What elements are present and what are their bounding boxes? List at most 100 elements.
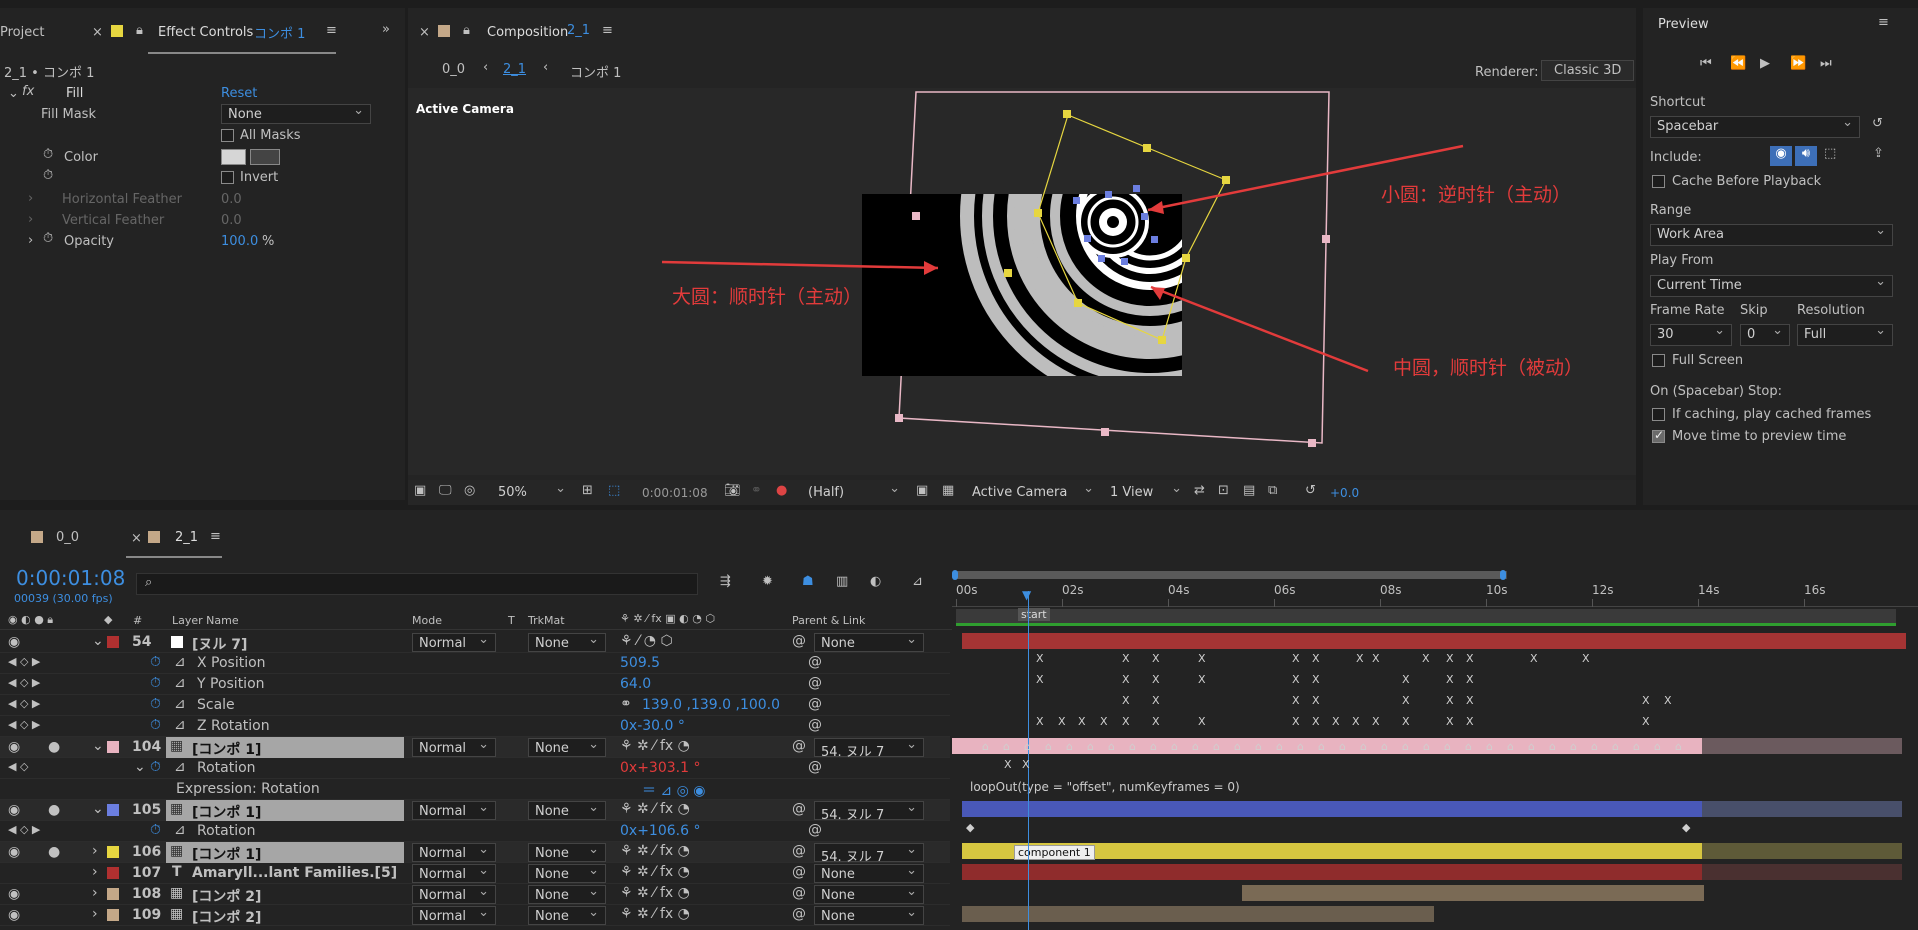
keyframe[interactable]: X (1122, 694, 1130, 707)
layer-bar-108[interactable] (1242, 885, 1704, 901)
roi-icon[interactable]: ▣ (916, 483, 928, 498)
keyframe[interactable]: ⌂ (1171, 740, 1178, 753)
keyframe[interactable]: X (1466, 694, 1474, 707)
layer-bar-109[interactable] (962, 906, 1434, 922)
skip-dropdown[interactable]: 0 (1740, 323, 1790, 346)
expand-arrow-icon[interactable]: › (92, 906, 98, 922)
switches-icon[interactable]: ⚘ ✲ ⁄ fx ◔ (620, 906, 690, 922)
tab-composition[interactable]: Composition (487, 25, 568, 40)
property-row[interactable]: ◀ ◇ ⌄ ⏱︎ ⊿ Rotation 0x+303.1 ° @ (0, 758, 950, 779)
marker-track[interactable] (956, 609, 1896, 623)
parent-dropdown[interactable]: 54. ヌル 7 (814, 800, 924, 823)
stopwatch-icon[interactable]: ⏱︎ (150, 717, 161, 733)
play-from-dropdown[interactable]: Current Time (1650, 274, 1893, 297)
keyframe[interactable]: ⌂ (1297, 740, 1304, 753)
all-masks-checkbox[interactable] (221, 129, 234, 142)
reset-icon[interactable]: ↺ (1872, 116, 1883, 131)
expand-arrow-icon[interactable]: › (92, 864, 98, 880)
expression-controls-icon[interactable]: ＝ ⊿ ◎ ◉ (642, 780, 706, 800)
keyframe[interactable]: ⌂ (1213, 740, 1220, 753)
keyframe[interactable]: ⌂ (1444, 740, 1451, 753)
monitor-icon[interactable]: 🖵 (439, 483, 452, 498)
layer-label-color[interactable] (107, 909, 119, 921)
switches-icon[interactable]: ⚘ ✲ ⁄ fx ◔ (620, 843, 690, 859)
layer-name[interactable]: [コンポ 2] (192, 886, 261, 906)
keyframe[interactable]: ⌂ (1570, 740, 1577, 753)
work-area-end-handle[interactable] (1500, 570, 1506, 580)
keyframe[interactable]: ⌂ (1528, 740, 1535, 753)
view-layout-dropdown[interactable]: 1 View (1104, 481, 1188, 503)
keyframe[interactable]: X (1312, 694, 1320, 707)
trkmat-dropdown[interactable]: None (528, 800, 606, 820)
eye-icon[interactable]: ◉ (8, 907, 20, 923)
region-icon[interactable]: ⬚ (608, 483, 620, 498)
keyframe[interactable]: ⌂ (1150, 740, 1157, 753)
keyframe[interactable]: X (1446, 652, 1454, 665)
keyframe[interactable]: X (1582, 652, 1590, 665)
keyframe[interactable]: ⌂ (1087, 740, 1094, 753)
panel-menu-icon[interactable]: ≡ (1878, 15, 1889, 30)
keyframe[interactable]: X (1402, 715, 1410, 728)
parent-dropdown[interactable]: None (814, 863, 924, 883)
property-row[interactable]: ◀ ◇ ▶ ⏱︎ ⊿ Y Position 64.0 @ (0, 674, 950, 695)
last-frame-icon[interactable]: ⏭ (1820, 56, 1832, 71)
flowchart-icon[interactable]: ⧉ (1268, 483, 1277, 498)
work-area-range[interactable] (956, 571, 1506, 579)
keyframe[interactable]: ⌂ (1318, 740, 1325, 753)
expand-arrow-icon[interactable]: › (28, 191, 33, 206)
pickwhip-icon[interactable]: @ (792, 738, 806, 754)
panel-menu-icon[interactable]: ≡ (602, 23, 613, 38)
keyframe[interactable]: X (1198, 715, 1206, 728)
lock-icon[interactable]: 🔒︎ (136, 23, 143, 38)
timeline-icon[interactable]: ▤ (1243, 483, 1255, 498)
first-frame-icon[interactable]: ⏮ (1700, 56, 1712, 71)
fx-icon[interactable]: fx (22, 84, 34, 99)
property-row[interactable]: ◀ ◇ ▶ ⏱︎ ⊿ Z Rotation 0x-30.0 ° @ (0, 716, 950, 737)
stopwatch-icon[interactable]: ⏱︎ (150, 654, 161, 670)
keyframe[interactable]: X (1642, 694, 1650, 707)
layer-name[interactable]: [コンポ 1] (192, 844, 261, 864)
keyframe[interactable]: ⌂ (1549, 740, 1556, 753)
lock-icon[interactable]: 🔒︎ (463, 23, 470, 38)
parent-dropdown[interactable]: None (814, 905, 924, 925)
layer-label-color[interactable] (107, 741, 119, 753)
close-icon[interactable]: × (131, 531, 142, 546)
trkmat-dropdown[interactable]: None (528, 905, 606, 925)
expand-arrow-icon[interactable]: › (28, 233, 33, 248)
frame-blending-icon[interactable]: ▥ (836, 574, 848, 589)
keyframe[interactable]: X (1530, 652, 1538, 665)
switches-icon[interactable]: ⚘ ✲ ⁄ fx ◔ (620, 885, 690, 901)
parent-dropdown[interactable]: 54. ヌル 7 (814, 842, 924, 865)
keyframe[interactable]: X (1004, 758, 1012, 771)
keyframe[interactable]: ⌂ (1591, 740, 1598, 753)
graph-editor-icon[interactable]: ⊿ (912, 574, 923, 589)
layer-row[interactable]: ◉ ⌄ 54 [ヌル 7] Normal None ⚘ ⁄ ◔ ⬡ @ None (0, 632, 950, 653)
channel-icon[interactable]: ● (776, 483, 787, 498)
stopwatch-icon[interactable]: ⏱︎ (43, 168, 53, 183)
marker-start[interactable]: start (1018, 608, 1050, 621)
keyframe[interactable]: X (1036, 715, 1044, 728)
collapse-arrow-icon[interactable]: ⌄ (134, 759, 146, 775)
eye-icon[interactable]: ◉ (8, 802, 20, 818)
keyframe[interactable]: ⌂ (1066, 740, 1073, 753)
keyframe[interactable]: ⌂ (1360, 740, 1367, 753)
marker-component[interactable]: component 1 (1014, 845, 1095, 860)
graph-icon[interactable]: ⊿ (174, 696, 186, 712)
tab-effect-controls[interactable]: Effect Controls (158, 25, 253, 40)
keyframe[interactable]: X (1152, 652, 1160, 665)
trkmat-dropdown[interactable]: None (528, 863, 606, 883)
time-ruler[interactable]: 00s 02s 04s 06s 08s 10s 12s 14s 16s (952, 581, 1918, 607)
graph-icon[interactable]: ⊿ (174, 717, 186, 733)
eye-icon[interactable]: ◉ (8, 844, 20, 860)
trkmat-dropdown[interactable]: None (528, 737, 606, 757)
keyframe[interactable]: X (1332, 715, 1340, 728)
include-audio-icon[interactable]: 🔊︎ (1795, 146, 1817, 166)
keyframe[interactable]: X (1292, 652, 1300, 665)
expand-arrow-icon[interactable]: › (92, 843, 98, 859)
vr-goggles-icon[interactable]: ◎ (464, 483, 475, 498)
layer-label-color[interactable] (107, 636, 119, 648)
parent-dropdown[interactable]: None (814, 884, 924, 904)
parent-dropdown[interactable]: None (814, 632, 924, 652)
keyframe[interactable]: ⌂ (1423, 740, 1430, 753)
keyframe-nav-icon[interactable]: ◀ ◇ ▶ (8, 823, 40, 836)
